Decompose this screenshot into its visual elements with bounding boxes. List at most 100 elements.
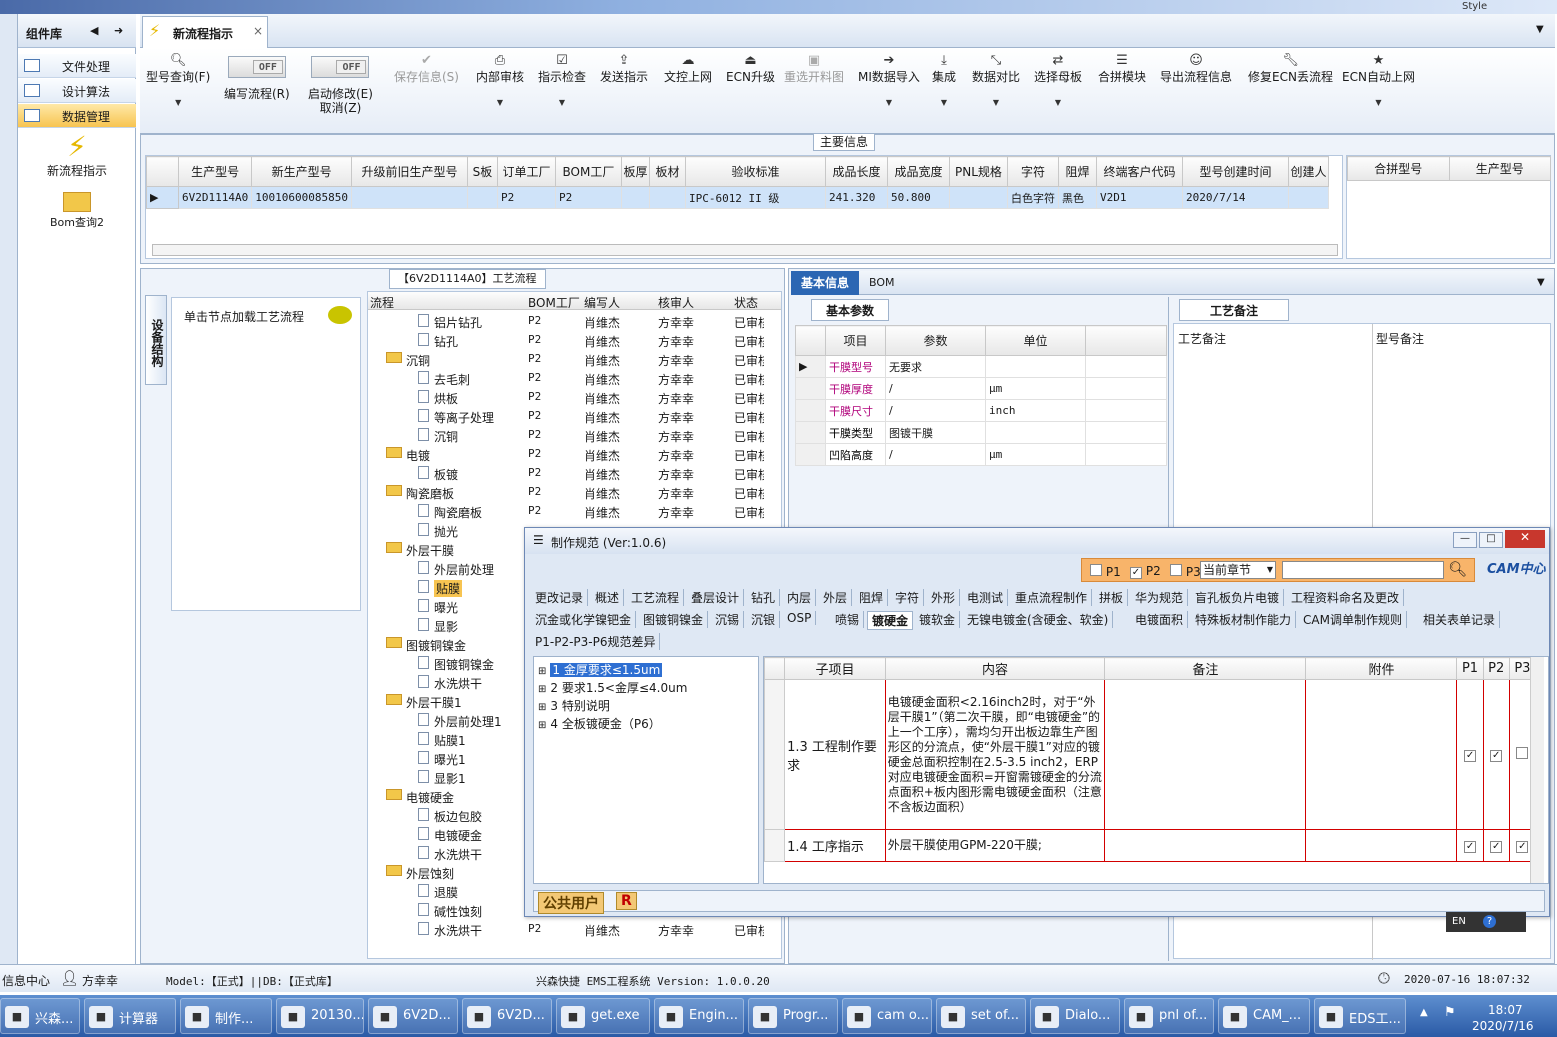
dropdown-arrow-icon[interactable]: ▼ [476, 98, 524, 107]
tree-row[interactable]: 钻孔 P2 肖维杰 方幸幸 已审核 [368, 331, 768, 350]
spec-tree-node[interactable]: ⊞ 2 要求1.5<金厚≤4.0um [538, 679, 687, 696]
p2-filter[interactable]: ✓ P2 [1130, 564, 1161, 579]
table-cell[interactable]: 50.800 [886, 186, 950, 209]
param-value[interactable]: 无要求 [885, 355, 986, 378]
dialog-title-bar[interactable]: ☰ 制作规范 (Ver:1.0.6) — □ ✕ [525, 528, 1549, 554]
p3-filter[interactable]: P3 [1170, 564, 1201, 579]
table-cell[interactable] [620, 186, 650, 209]
taskbar-button[interactable]: ■ set of... [936, 998, 1026, 1034]
taskbar-button[interactable]: ■ cam o... [842, 998, 932, 1034]
tab-new-process-instruction[interactable]: ⚡ 新流程指示 × [142, 16, 268, 48]
column-header[interactable]: 验收标准 [684, 156, 826, 187]
column-header[interactable]: 板厚 [620, 156, 650, 187]
pin-icon[interactable]: ➜ [114, 24, 123, 37]
column-header[interactable]: PNL规格 [948, 156, 1008, 187]
checkbox[interactable]: ✓ [1464, 841, 1477, 853]
p2-checkbox-cell[interactable]: ✓ [1482, 829, 1510, 862]
attachment-cell[interactable] [1305, 679, 1458, 830]
integrate-button[interactable]: ⤓ 集成 ▼ [932, 52, 956, 107]
table-cell[interactable]: P2 [554, 186, 622, 209]
start-modify-toggle[interactable]: OFF 启动修改(E) 取消(Z) [308, 56, 373, 115]
chapter-tab[interactable]: 工程资料命名及更改 [1287, 589, 1405, 606]
chapter-tab[interactable]: 钻孔 [747, 589, 781, 606]
param-row[interactable]: 干膜厚度 / μm [795, 377, 1167, 400]
tab-basic-info[interactable]: 基本信息 [791, 271, 859, 295]
checkbox[interactable]: ✓ [1490, 750, 1503, 762]
table-cell[interactable] [466, 186, 498, 209]
param-row[interactable]: 干膜类型 图镀干膜 [795, 421, 1167, 444]
chapter-tab[interactable]: 外层 [819, 589, 853, 606]
new-process-instruction-shortcut[interactable]: ⚡ 新流程指示 [18, 132, 136, 182]
taskbar-button[interactable]: ■ 计算器 [84, 998, 176, 1034]
checkbox[interactable]: ✓ [1464, 750, 1477, 762]
attachment-cell[interactable] [1305, 829, 1458, 862]
tree-column-header[interactable]: 编写人 [584, 294, 620, 311]
tree-row[interactable]: 沉铜 P2 肖维杰 方幸幸 已审核 [368, 350, 768, 369]
dropdown-arrow-icon[interactable]: ▼ [538, 98, 586, 107]
table-cell[interactable]: 黑色 [1057, 186, 1097, 209]
chevron-down-icon[interactable]: ▼ [1536, 24, 1544, 35]
spec-row[interactable]: 1.3 工程制作要求 电镀硬金面积<2.16inch2时，对于“外层干膜1”（第二… [763, 679, 1537, 830]
table-cell[interactable]: 2020/7/14 [1181, 186, 1289, 209]
column-header[interactable]: 生产型号 [1448, 156, 1551, 181]
dropdown-arrow-icon[interactable]: ▼ [1342, 98, 1415, 107]
ime-indicator[interactable]: EN ? [1446, 912, 1526, 932]
library-item-data-management[interactable]: 数据管理 [18, 104, 136, 128]
tree-row[interactable]: 水洗烘干 P2 肖维杰 方幸幸 已审核 [368, 920, 768, 939]
library-item-design-algorithm[interactable]: 设计算法 [18, 79, 136, 103]
collapse-left-icon[interactable]: ◀ [90, 24, 98, 37]
p1-filter[interactable]: P1 [1090, 564, 1121, 579]
chapter-tab[interactable]: 喷锡 [831, 611, 865, 628]
chapter-tab[interactable]: 盲孔板负片电镀 [1191, 589, 1285, 606]
send-instruction-button[interactable]: ⇪ 发送指示 [600, 52, 648, 84]
chevron-down-icon[interactable]: ▼ [1537, 277, 1545, 288]
remark-cell[interactable] [1104, 679, 1307, 830]
export-process-info-button[interactable]: ☺ 导出流程信息 [1160, 52, 1232, 84]
param-value[interactable]: / [885, 399, 986, 422]
column-header[interactable]: 成品宽度 [886, 156, 950, 187]
ecn-auto-online-button[interactable]: ★ ECN自动上网 ▼ [1342, 52, 1415, 107]
chapter-tab[interactable]: 概述 [591, 589, 625, 606]
data-compare-button[interactable]: ⤡ 数据对比 ▼ [972, 52, 1020, 107]
chapter-tab[interactable]: 沉锡 [711, 611, 745, 628]
chapter-tab[interactable]: 相关表单记录 [1419, 611, 1501, 628]
spec-tree[interactable]: ⊞ 1 金厚要求≤1.5um ⊞ 2 要求1.5<金厚≤4.0um ⊞ 3 特别说明 ⊞ 4 … [533, 656, 759, 884]
column-header[interactable]: 备注 [1104, 657, 1307, 680]
chapter-tab[interactable]: 沉银 [747, 611, 781, 628]
load-process-box[interactable]: 单击节点加载工艺流程 [171, 297, 361, 611]
expand-icon[interactable]: ⊞ [538, 666, 546, 677]
tree-row[interactable]: 烘板 P2 肖维杰 方幸幸 已审核 [368, 388, 768, 407]
library-item-file-processing[interactable]: 文件处理 [18, 54, 136, 78]
chapter-tab[interactable]: 华为规范 [1131, 589, 1189, 606]
expand-icon[interactable]: ⊞ [538, 702, 546, 713]
tree-row[interactable]: 陶瓷磨板 P2 肖维杰 方幸幸 已审核 [368, 502, 768, 521]
chapter-tab[interactable]: 阻焊 [855, 589, 889, 606]
chapter-tab[interactable]: 重点流程制作 [1011, 589, 1093, 606]
instruction-check-button[interactable]: ☑ 指示检查 ▼ [538, 52, 586, 107]
column-header[interactable]: 阻焊 [1057, 156, 1097, 187]
tab-equipment-structure[interactable]: 设备结构 [145, 295, 167, 385]
horizontal-scrollbar[interactable] [152, 244, 1338, 256]
taskbar-button[interactable]: ■ 6V2D... [462, 998, 552, 1034]
cam-center-logo[interactable]: CAM中心 [1487, 558, 1546, 577]
column-header[interactable]: 项目 [825, 325, 886, 356]
chapter-tab[interactable]: 电测试 [963, 589, 1009, 606]
column-header[interactable]: 板材 [648, 156, 686, 187]
column-header[interactable]: 合拼型号 [1347, 156, 1450, 181]
toggle-switch[interactable]: OFF [311, 56, 370, 78]
column-header[interactable]: 参数 [885, 325, 986, 356]
chapter-tab[interactable]: 内层 [783, 589, 817, 606]
dropdown-arrow-icon[interactable]: ▼ [1034, 98, 1082, 107]
param-value[interactable]: / [885, 377, 986, 400]
reselect-cutting-button[interactable]: ▣ 重选开料图 [784, 52, 844, 84]
column-header[interactable]: 内容 [884, 657, 1106, 680]
bom-query-shortcut[interactable]: Bom查询2 [18, 188, 136, 238]
column-header[interactable]: 订单工厂 [496, 156, 556, 187]
network-icon[interactable]: ⚑ [1444, 1005, 1456, 1020]
column-header[interactable]: BOM工厂 [554, 156, 622, 187]
table-cell[interactable]: 白色字符 [1006, 186, 1059, 209]
column-header[interactable]: 字符 [1006, 156, 1059, 187]
column-header[interactable]: 型号创建时间 [1181, 156, 1289, 187]
spec-tree-node[interactable]: ⊞ 3 特别说明 [538, 697, 610, 714]
minimize-icon[interactable]: — [1453, 532, 1477, 548]
